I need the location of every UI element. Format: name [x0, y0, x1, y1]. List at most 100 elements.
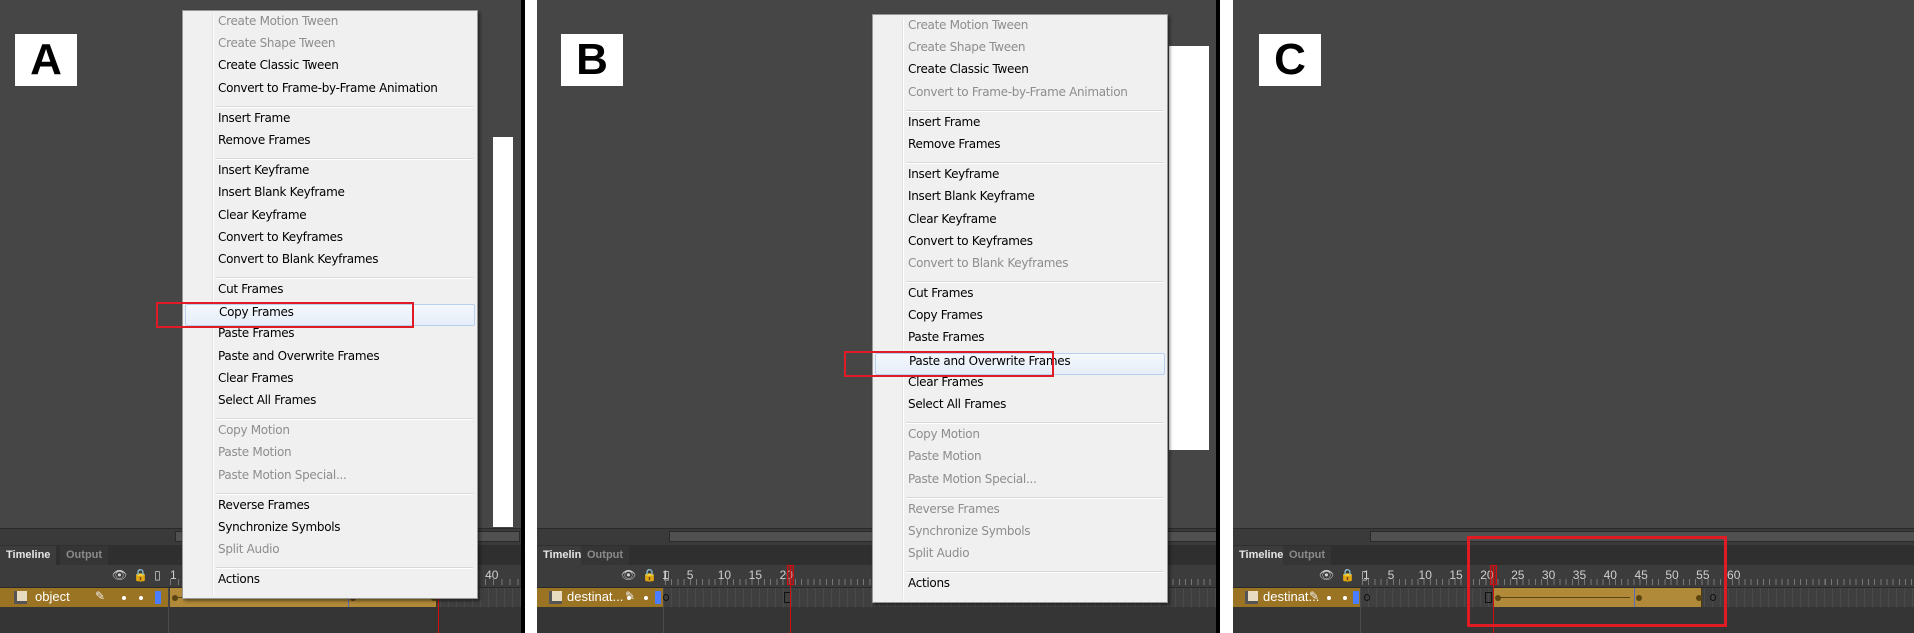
tab-output[interactable]: Output [60, 546, 109, 565]
menu-item-copy-frames[interactable]: Copy Frames [156, 302, 475, 329]
keyframe[interactable] [1494, 595, 1501, 601]
layer-outline-color[interactable] [155, 591, 161, 604]
layer-toggle-dot[interactable] [644, 596, 648, 600]
layer-row[interactable]: destinat...✎ [1233, 587, 1914, 607]
keyframe[interactable] [172, 595, 178, 601]
menu-item-paste-motion: Paste Motion [218, 445, 292, 460]
highlight-box [156, 302, 414, 329]
menu-item-create-motion-tween: Create Motion Tween [218, 14, 339, 28]
ruler-label: 25 [1511, 568, 1525, 582]
panel-divider [1216, 0, 1220, 633]
layer-header[interactable]: object ✎ [0, 588, 168, 607]
tab-output[interactable]: Output [1283, 546, 1332, 565]
empty-keyframe[interactable] [1709, 594, 1716, 601]
menu-item-cut-frames[interactable]: Cut Frames [875, 286, 1165, 308]
ruler-label: 40 [1603, 568, 1617, 582]
layer-name[interactable]: destinat... [567, 589, 623, 604]
menu-item-paste-frames[interactable]: Paste Frames [875, 330, 1165, 352]
menu-item-remove-frames[interactable]: Remove Frames [875, 137, 1165, 159]
ruler-label: 45 [1634, 568, 1648, 582]
panel-label: C [1259, 34, 1321, 86]
menu-item-insert-blank-keyframe[interactable]: Insert Blank Keyframe [185, 185, 475, 207]
layer-toggle-dot[interactable] [627, 596, 631, 600]
layer-outline-color[interactable] [1353, 591, 1359, 604]
menu-item-cut-frames[interactable]: Cut Frames [185, 282, 475, 304]
frames-area[interactable] [1360, 588, 1914, 607]
ruler-label: 5 [1387, 568, 1395, 582]
tab-timeline[interactable]: Timeline [1233, 546, 1290, 565]
menu-item-paste-frames[interactable]: Paste Frames [185, 326, 475, 348]
panel-label: B [561, 34, 623, 86]
layer-toggle-dot[interactable] [139, 596, 143, 600]
menu-item-clear-frames[interactable]: Clear Frames [875, 375, 1165, 397]
panel-a: A Timeline Output 👁 🔒 ▯ 1 40 object ✎ Create Motio… [0, 0, 521, 633]
panel-divider [521, 0, 525, 633]
menu-item-insert-frame[interactable]: Insert Frame [875, 115, 1165, 137]
menu-item-select-all-frames[interactable]: Select All Frames [875, 397, 1165, 419]
stage-edge [1169, 46, 1209, 450]
menu-item-select-all-frames[interactable]: Select All Frames [185, 393, 475, 415]
playhead[interactable] [1493, 565, 1495, 633]
menu-item-split-audio: Split Audio [908, 546, 970, 561]
context-menu: Create Motion Tween Create Shape Tween Cre… [156, 10, 478, 599]
menu-separator [185, 490, 475, 498]
eye-icon[interactable]: 👁 [621, 568, 636, 582]
menu-item-actions[interactable]: Actions [875, 576, 1165, 598]
layer-icon [14, 591, 27, 604]
ruler-label: 10 [1418, 568, 1432, 582]
keyframe-divider [1634, 588, 1636, 607]
menu-item-actions[interactable]: Actions [185, 572, 475, 594]
lock-icon[interactable]: 🔒 [1340, 568, 1355, 582]
menu-item-insert-blank-keyframe[interactable]: Insert Blank Keyframe [875, 189, 1165, 211]
menu-item-convert-to-frame-by-frame-animation[interactable]: Convert to Frame-by-Frame Animation [185, 81, 475, 103]
menu-item-paste-and-overwrite-frames[interactable]: Paste and Overwrite Frames [844, 350, 1165, 377]
layer-toggle-dot[interactable] [122, 596, 126, 600]
menu-item-convert-to-keyframes[interactable]: Convert to Keyframes [185, 230, 475, 252]
menu-item-create-shape-tween: Create Shape Tween [908, 40, 1026, 55]
layer-toggle-dot[interactable] [1343, 596, 1347, 600]
menu-item-reverse-frames[interactable]: Reverse Frames [185, 498, 475, 520]
menu-item-clear-frames[interactable]: Clear Frames [185, 371, 475, 393]
menu-separator [185, 274, 475, 282]
menu-item-clear-keyframe[interactable]: Clear Keyframe [875, 212, 1165, 234]
menu-item-clear-keyframe[interactable]: Clear Keyframe [185, 208, 475, 230]
menu-item-insert-frame[interactable]: Insert Frame [185, 111, 475, 133]
layer-outline-color[interactable] [655, 591, 661, 604]
eye-icon[interactable]: 👁 [112, 568, 127, 582]
playhead[interactable] [790, 565, 792, 633]
menu-item-remove-frames[interactable]: Remove Frames [185, 133, 475, 155]
menu-item-convert-to-frame-by-frame-animation: Convert to Frame-by-Frame Animation [908, 84, 1128, 99]
menu-separator [875, 494, 1165, 502]
stage-edge [493, 137, 513, 527]
layer-header[interactable]: destinat...✎ [1233, 588, 1360, 607]
menu-item-insert-keyframe[interactable]: Insert Keyframe [185, 163, 475, 185]
empty-keyframe[interactable] [1364, 594, 1370, 601]
frame-ruler[interactable]: 👁 🔒 ▯ 1 5 10 15 20 25 30 35 40 45 50 55 60 [1233, 565, 1914, 587]
horizontal-scrollbar[interactable] [1233, 528, 1914, 545]
menu-separator [875, 278, 1165, 286]
empty-keyframe[interactable] [663, 594, 669, 601]
menu-item-copy-motion: Copy Motion [908, 427, 980, 442]
menu-item-create-motion-tween: Create Motion Tween [908, 18, 1029, 32]
menu-item-convert-to-blank-keyframes[interactable]: Convert to Blank Keyframes [185, 252, 475, 274]
menu-item-copy-frames[interactable]: Copy Frames [875, 308, 1165, 330]
column-split [168, 607, 169, 633]
menu-item-synchronize-symbols[interactable]: Synchronize Symbols [185, 520, 475, 542]
menu-item-insert-keyframe[interactable]: Insert Keyframe [875, 167, 1165, 189]
menu-item-convert-to-keyframes[interactable]: Convert to Keyframes [875, 234, 1165, 256]
menu-item-create-classic-tween[interactable]: Create Classic Tween [185, 58, 475, 80]
outline-icon[interactable]: ▯ [154, 568, 161, 582]
lock-icon[interactable]: 🔒 [133, 568, 148, 582]
column-split [663, 607, 664, 633]
layer-name[interactable]: object [35, 589, 70, 604]
lock-icon[interactable]: 🔒 [642, 568, 657, 582]
eye-icon[interactable]: 👁 [1319, 568, 1334, 582]
blank-frame-end[interactable] [1484, 592, 1492, 603]
scrollbar-thumb[interactable] [1370, 531, 1914, 542]
tab-timeline[interactable]: Timeline [0, 546, 57, 565]
layer-toggle-dot[interactable] [1327, 596, 1331, 600]
menu-item-create-classic-tween[interactable]: Create Classic Tween [875, 62, 1165, 84]
layer-header[interactable]: destinat...✎ [537, 588, 663, 607]
menu-item-paste-and-overwrite-frames[interactable]: Paste and Overwrite Frames [185, 349, 475, 371]
tab-output[interactable]: Output [581, 546, 630, 565]
